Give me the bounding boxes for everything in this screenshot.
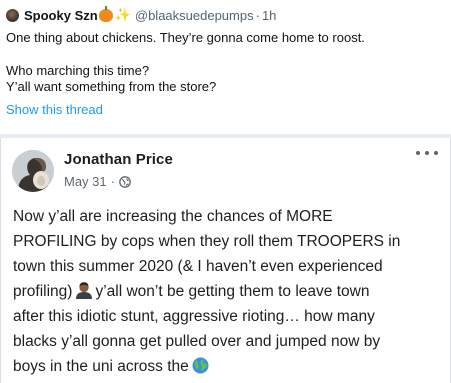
tweet-text: One thing about chickens. They’re gonna … [6,30,365,95]
avatar[interactable] [6,8,19,22]
post-line: town this summer 2020 (& I haven’t even … [13,258,383,275]
post-line: PROFILING by cops when they roll them TR… [13,233,401,250]
tweet: Spooky Szn ✨ @blaaksuedepumps · 1h One t… [0,0,451,134]
post-line: Now y’all are increasing the chances of … [13,208,333,225]
post-body: Now y’all are increasing the chances of … [13,204,443,379]
tweet-line: Who marching this time? [6,63,150,78]
display-name[interactable]: Spooky Szn [24,8,98,23]
tweet-line: One thing about chickens. They’re gonna … [6,30,365,45]
author-name[interactable]: Jonathan Price [64,151,173,168]
timestamp[interactable]: 1h [262,8,276,23]
more-options-icon[interactable] [416,146,438,160]
separator-dot: · [255,7,260,23]
post-text: y’all won’t be getting them to leave tow… [95,283,370,300]
tweet-header: Spooky Szn ✨ @blaaksuedepumps · 1h [6,5,276,24]
show-thread-link[interactable]: Show this thread [6,102,103,117]
post-line: blacks y’all gonna get pulled over and j… [13,333,381,350]
post-line: after this idiotic stunt, aggressive rio… [13,308,375,325]
sparkles-emoji-icon: ✨ [114,7,131,22]
post-date[interactable]: May 31 [64,174,107,189]
profile-avatar[interactable] [12,150,54,192]
separator-dot: · [110,174,115,189]
globe-icon[interactable] [119,175,131,188]
facebook-post-card: Jonathan Price May 31 · Now y’all are in… [0,138,451,383]
pumpkin-emoji-icon [98,5,113,22]
post-text: boys in the uni across the [13,358,189,375]
profile-photo-icon [12,150,54,192]
user-handle[interactable]: @blaaksuedepumps [135,8,254,23]
globe-emoji-icon [192,357,209,374]
tweet-line: Y’all want something from the store? [6,79,217,94]
post-line: boys in the uni across the [13,354,443,379]
man-emoji-icon [76,282,93,299]
post-meta: May 31 · [64,174,131,189]
post-text: profiling) [13,283,73,300]
post-line: profiling) y’all won’t be getting them t… [13,279,443,304]
